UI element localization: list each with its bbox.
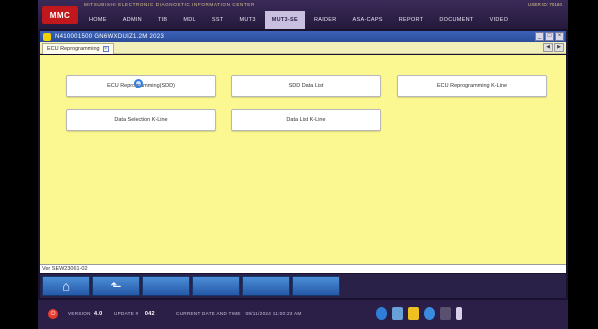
tab-ecu-reprogramming[interactable]: ECU Reprogramming × (42, 43, 114, 54)
folder-icon[interactable] (408, 307, 419, 320)
version-label: VERSION (68, 311, 91, 316)
back-button[interactable]: ⬑ (92, 276, 140, 296)
sdd-data-list-button[interactable]: SDD Data List (231, 75, 381, 97)
menu-mdl[interactable]: MDL (176, 11, 203, 29)
home-button[interactable]: ⌂ (42, 276, 90, 296)
menu-mut3-se[interactable]: MUT3-SE (264, 11, 305, 29)
nav-slot-5[interactable] (242, 276, 290, 296)
tab-scroll-controls: ◀ ▶ (543, 43, 564, 52)
version-value: 4.0 (93, 311, 103, 317)
menu-asa-caps[interactable]: ASA-CAPS (346, 11, 390, 29)
menu-raider[interactable]: RAIDER (307, 11, 344, 29)
system-tray (376, 307, 462, 320)
datetime-label: CURRENT DATE AND TIME (176, 311, 241, 316)
menu-video[interactable]: VIDEO (483, 11, 516, 29)
home-icon: ⌂ (62, 278, 70, 294)
tab-next-button[interactable]: ▶ (554, 43, 564, 52)
maximize-button[interactable]: □ (545, 32, 554, 41)
tab-prev-button[interactable]: ◀ (543, 43, 553, 52)
globe-icon[interactable] (376, 307, 387, 320)
menu-document[interactable]: DOCUMENT (432, 11, 480, 29)
minimize-button[interactable]: _ (535, 32, 544, 41)
power-icon[interactable]: ⏻ (48, 309, 58, 319)
nav-slot-4[interactable] (192, 276, 240, 296)
brand-logo: MMC (42, 6, 78, 24)
update-value: 042 (144, 311, 155, 317)
work-area: ECU Reprogramming(SDD) SDD Data List ECU… (40, 55, 566, 264)
brand-line: MITSUBISHI ELECTRONIC DIAGNOSTIC INFORMA… (84, 2, 255, 7)
app-frame: MMC MITSUBISHI ELECTRONIC DIAGNOSTIC INF… (38, 0, 568, 329)
menu-tib[interactable]: TIB (151, 11, 174, 29)
status-bar: ⏻ VERSION 4.0 UPDATE # 042 CURRENT DATE … (38, 300, 568, 329)
user-id-label: USER ID: 70184 (528, 2, 562, 7)
app-icon (43, 32, 51, 41)
back-arrow-icon: ⬑ (110, 278, 122, 294)
network-icon[interactable] (440, 307, 451, 320)
window-title: N410001500 GN6WXDUIZ1.2M 2023 (55, 33, 165, 40)
version-strip: Ver SEW23061-02 (40, 264, 566, 273)
data-selection-kline-button[interactable]: Data Selection K-Line (66, 109, 216, 131)
menu-mut3[interactable]: MUT3 (233, 11, 263, 29)
menu-home[interactable]: HOME (82, 11, 114, 29)
ecu-reprogramming-kline-button[interactable]: ECU Reprogramming K-Line (397, 75, 547, 97)
settings-icon[interactable] (392, 307, 403, 320)
mouse-cursor-icon (134, 79, 143, 88)
nav-slot-6[interactable] (292, 276, 340, 296)
version-status: VERSION 4.0 (68, 311, 102, 317)
menu-sst[interactable]: SST (205, 11, 231, 29)
tab-row: ECU Reprogramming × ◀ ▶ (40, 42, 566, 54)
battery-icon (456, 307, 462, 320)
datetime-value: 09/11/2024 11:00:23 AM (245, 311, 302, 316)
close-button[interactable]: × (555, 32, 564, 41)
window-controls: _ □ × (535, 32, 564, 41)
datetime-status: CURRENT DATE AND TIME 09/11/2024 11:00:2… (176, 311, 301, 316)
main-menu: HOME ADMIN TIB MDL SST MUT3 MUT3-SE RAID… (82, 11, 515, 29)
menu-report[interactable]: REPORT (392, 11, 431, 29)
nav-slot-3[interactable] (142, 276, 190, 296)
tab-close-icon[interactable]: × (102, 46, 109, 52)
window-titlebar: N410001500 GN6WXDUIZ1.2M 2023 _ □ × (40, 31, 566, 42)
data-list-kline-button[interactable]: Data List K-Line (231, 109, 381, 131)
menu-admin[interactable]: ADMIN (116, 11, 149, 29)
tab-label: ECU Reprogramming (47, 46, 100, 52)
update-status: UPDATE # 042 (114, 311, 155, 317)
bottom-navigation: ⌂ ⬑ (40, 274, 566, 298)
top-header: MMC MITSUBISHI ELECTRONIC DIAGNOSTIC INF… (38, 0, 568, 29)
audio-icon[interactable] (424, 307, 435, 320)
update-label: UPDATE # (114, 311, 139, 316)
